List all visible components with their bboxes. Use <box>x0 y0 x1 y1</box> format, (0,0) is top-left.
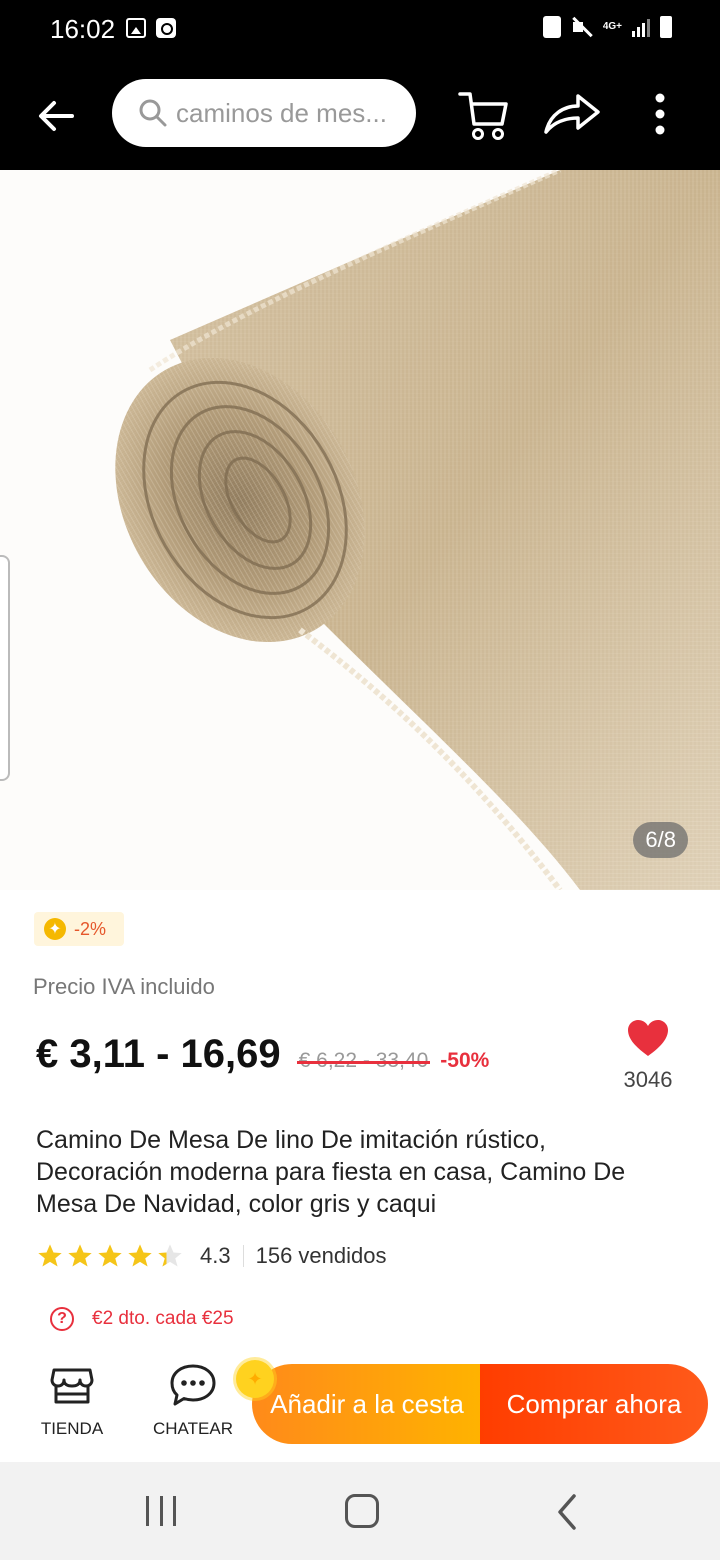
partial-star-icon <box>158 1244 182 1267</box>
question-icon: ? <box>50 1307 74 1331</box>
star-icon <box>98 1244 122 1267</box>
sold-count: 156 vendidos <box>255 1243 387 1268</box>
star-icon <box>68 1244 92 1267</box>
heart-icon <box>628 1020 668 1056</box>
star-icon <box>128 1244 152 1267</box>
more-vertical-icon <box>655 93 665 135</box>
mute-icon <box>571 16 593 38</box>
rating-divider <box>242 1245 244 1267</box>
store-promo-text: €2 dto. cada €25 <box>92 1308 234 1329</box>
search-input[interactable]: caminos de mes... <box>112 79 416 147</box>
share-button[interactable] <box>540 86 604 146</box>
arrow-left-icon <box>39 101 74 131</box>
signal-icon <box>632 17 650 37</box>
star-icon <box>38 1244 62 1267</box>
add-to-cart-button[interactable]: Añadir a la cesta <box>252 1364 482 1444</box>
rating-row[interactable]: 4.3 156 vendidos <box>36 1242 386 1270</box>
bottom-action-bar: TIENDA CHATEAR Añadir a la cesta Comprar… <box>0 1352 720 1462</box>
search-placeholder: caminos de mes... <box>176 97 387 128</box>
buy-now-button[interactable]: Comprar ahora <box>480 1364 708 1444</box>
price-row: € 3,11 - 16,69 € 6,22 - 33,40 -50% <box>36 1032 489 1077</box>
share-arrow-icon <box>544 94 600 134</box>
back-button[interactable] <box>28 88 84 144</box>
coin-icon: ✦ <box>44 918 66 940</box>
coins-discount-badge[interactable]: ✦ -2% <box>34 912 124 946</box>
lock-icon <box>542 16 561 38</box>
status-time: 16:02 <box>50 14 116 44</box>
status-bar: 16:02 4G+ <box>0 0 720 62</box>
coins-discount-label: -2% <box>74 918 107 939</box>
home-button[interactable] <box>345 1494 379 1528</box>
store-label: TIENDA <box>40 1419 104 1438</box>
discount-percent: -50% <box>440 1049 490 1072</box>
status-icons: 4G+ <box>542 16 672 38</box>
chat-bubble-icon <box>170 1364 216 1406</box>
search-icon <box>139 99 167 127</box>
side-panel-handle[interactable] <box>0 555 10 781</box>
product-image-carousel[interactable]: 6/8 <box>0 170 720 890</box>
gallery-notification-icon <box>126 18 146 38</box>
floating-coin-icon: ✦ <box>236 1360 274 1398</box>
rating-value: 4.3 <box>200 1243 231 1268</box>
vat-label: Precio IVA incluido <box>33 974 215 999</box>
product-page: 16:02 4G+ caminos de mes... 6/8 ✦ -2% Pr… <box>0 0 720 1560</box>
wishlist-button[interactable]: 3046 <box>612 1018 684 1093</box>
store-button[interactable]: TIENDA <box>32 1362 112 1446</box>
more-options-button[interactable] <box>640 86 680 146</box>
star-rating <box>36 1242 184 1270</box>
product-title: Camino De Mesa De lino De imitación rúst… <box>36 1126 626 1218</box>
cart-button[interactable] <box>456 86 516 146</box>
chat-button[interactable]: CHATEAR <box>146 1362 240 1446</box>
battery-icon <box>660 16 672 38</box>
image-counter: 6/8 <box>633 822 688 858</box>
system-back-button[interactable] <box>552 1492 582 1532</box>
top-app-bar: caminos de mes... <box>0 62 720 170</box>
product-photo <box>0 170 720 890</box>
current-price: € 3,11 - 16,69 <box>36 1032 281 1076</box>
wishlist-count: 3046 <box>623 1067 673 1092</box>
app-notification-icon <box>156 18 176 38</box>
store-icon <box>50 1368 94 1404</box>
network-type-label: 4G+ <box>602 21 622 32</box>
shopping-cart-icon <box>458 92 508 140</box>
original-price: € 6,22 - 33,40 <box>296 1049 430 1072</box>
chat-label: CHATEAR <box>153 1419 233 1438</box>
system-navigation-bar <box>0 1462 720 1560</box>
recent-apps-button[interactable] <box>146 1496 176 1526</box>
store-promo-row[interactable]: ? €2 dto. cada €25 <box>50 1307 234 1331</box>
chevron-left-icon <box>558 1494 576 1530</box>
